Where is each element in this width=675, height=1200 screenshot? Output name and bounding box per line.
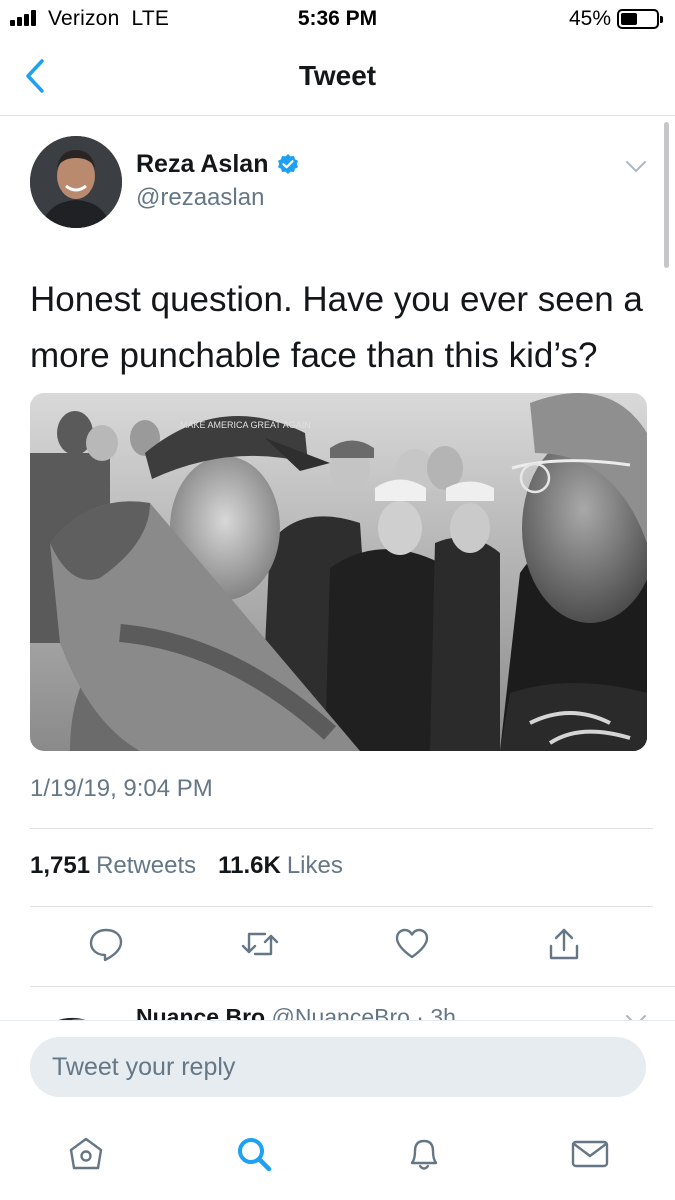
tweet-actions	[0, 920, 675, 970]
reply-preview[interactable]: Nuance Bro @NuanceBro · 3h	[0, 986, 675, 1020]
search-icon	[238, 1138, 272, 1172]
battery-percent: 45%	[568, 7, 611, 30]
nav-bar: Tweet	[0, 40, 675, 116]
reply-icon	[89, 928, 123, 962]
like-icon	[395, 928, 429, 959]
tweet-timestamp: 1/19/19, 9:04 PM	[30, 775, 213, 802]
share-button[interactable]	[546, 926, 582, 967]
status-bar: Verizon LTE 5:36 PM 45%	[0, 0, 675, 40]
likes-count[interactable]: 11.6K	[218, 852, 281, 880]
notifications-icon	[410, 1139, 438, 1170]
retweets-label[interactable]: Retweets	[96, 852, 196, 880]
verified-badge-icon	[278, 153, 299, 174]
retweet-icon	[241, 932, 279, 956]
tab-home[interactable]	[66, 1134, 106, 1179]
more-options-button[interactable]	[625, 160, 647, 179]
tweet-text: Honest question. Have you ever seen a mo…	[30, 280, 643, 375]
home-icon	[69, 1137, 103, 1170]
reply-author-meta: @NuanceBro · 3h	[271, 1004, 456, 1020]
tweet-photo[interactable]: MAKE AMERICA GREAT AGAIN	[30, 393, 647, 751]
author-handle[interactable]: @rezaaslan	[136, 184, 264, 212]
avatar-image	[30, 136, 122, 228]
tab-search[interactable]	[234, 1134, 274, 1179]
page-title: Tweet	[298, 60, 377, 91]
tab-notifications[interactable]	[404, 1134, 444, 1179]
chevron-down-icon	[626, 161, 646, 173]
like-button[interactable]	[394, 926, 430, 967]
retweets-count[interactable]: 1,751	[30, 852, 90, 880]
cap-text: MAKE AMERICA GREAT AGAIN	[180, 420, 311, 430]
author-row: Reza Aslan	[136, 150, 300, 179]
divider	[30, 906, 653, 907]
retweet-button[interactable]	[240, 926, 280, 967]
reply-avatar	[58, 1017, 86, 1020]
tab-bar	[0, 1118, 675, 1200]
tab-messages[interactable]	[570, 1134, 610, 1179]
reply-button[interactable]	[88, 926, 124, 967]
share-icon	[549, 928, 579, 960]
author-name[interactable]: Reza Aslan	[136, 150, 268, 179]
reply-author-name[interactable]: Nuance Bro	[136, 1004, 265, 1020]
avatar[interactable]	[30, 136, 122, 228]
scrollbar[interactable]	[664, 122, 669, 268]
tweet-stats: 1,751 Retweets 11.6K Likes	[30, 852, 343, 880]
divider	[30, 828, 653, 829]
likes-label[interactable]: Likes	[287, 852, 343, 880]
tweet-photo-image: MAKE AMERICA GREAT AGAIN	[30, 393, 647, 751]
messages-icon	[571, 1140, 609, 1168]
battery-icon	[617, 9, 663, 29]
reply-input[interactable]: Tweet your reply	[30, 1037, 646, 1097]
